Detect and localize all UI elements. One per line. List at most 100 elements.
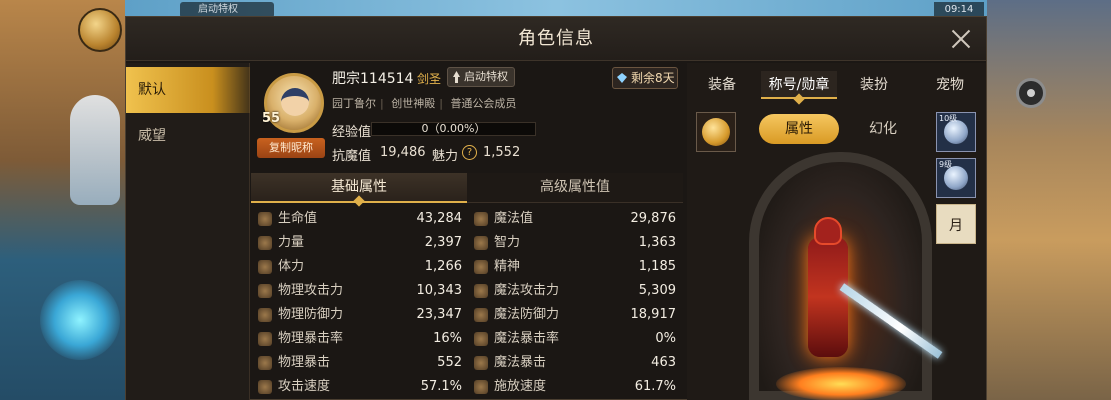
- stat-name: 物理防御力: [278, 307, 344, 322]
- stat-value: 43,284: [416, 211, 463, 226]
- diamond-icon: [617, 73, 627, 83]
- active-tab-marker: [353, 195, 365, 207]
- gear-icon[interactable]: [1016, 78, 1046, 108]
- cast-speed-icon: [474, 380, 488, 394]
- fire-aura-icon: [776, 367, 906, 400]
- character-body: [808, 237, 848, 357]
- slot-level: 9级: [939, 160, 953, 169]
- stat-value: 61.7%: [634, 379, 676, 394]
- crit-damage-icon: [258, 356, 272, 370]
- boost-privilege-button[interactable]: 启动特权: [447, 67, 515, 87]
- illusion-toggle-button[interactable]: 幻化: [843, 114, 923, 144]
- tab-equipment[interactable]: 装备: [687, 71, 757, 99]
- tab-pet[interactable]: 宠物: [915, 71, 985, 99]
- mana-icon: [474, 212, 488, 226]
- level-badge: 55: [262, 111, 281, 126]
- stat-name: 施放速度: [494, 379, 547, 394]
- stat-name: 魔法防御力: [494, 307, 560, 322]
- stat-name: 生命值: [278, 211, 318, 226]
- stat-value: 2,397: [424, 235, 462, 250]
- tab-basic-attributes[interactable]: 基础属性: [251, 173, 467, 207]
- remaining-days-text: 剩余8天: [631, 71, 675, 85]
- stat-name: 精神: [494, 259, 521, 274]
- tab-advanced-attributes[interactable]: 高级属性值: [467, 173, 683, 203]
- tab-basic-label: 基础属性: [331, 179, 387, 195]
- stat-name: 物理攻击力: [278, 283, 344, 298]
- resist-label: 抗魔值: [332, 149, 372, 164]
- boost-label: 启动特权: [464, 70, 508, 83]
- stat-value: 23,347: [416, 307, 463, 322]
- guild-info: 园丁鲁尔 | 创世神殿 | 普通公会成员: [332, 97, 517, 110]
- character-head: [814, 217, 842, 245]
- stat-value: 57.1%: [420, 379, 462, 394]
- attack-speed-icon: [258, 380, 272, 394]
- surfboard-icon: [70, 95, 120, 205]
- scroll-icon: 月: [949, 218, 963, 234]
- strength-icon: [258, 236, 272, 250]
- vitality-icon: [258, 260, 272, 274]
- stat-name: 攻击速度: [278, 379, 331, 394]
- stat-row: 攻击速度 57.1% 施放速度 61.7%: [254, 375, 682, 399]
- tab-costume[interactable]: 装扮: [839, 71, 909, 99]
- stat-name: 物理暴击率: [278, 331, 344, 346]
- side-nav: 默认 威望: [126, 63, 250, 400]
- stat-value: 18,917: [630, 307, 677, 322]
- stat-name: 魔法暴击: [494, 355, 547, 370]
- side-item-default[interactable]: 默认: [126, 67, 250, 113]
- sword-icon: [258, 284, 272, 298]
- background-avatar-icon[interactable]: [78, 8, 122, 52]
- stat-value: 5,309: [638, 283, 676, 298]
- title-slot-3[interactable]: 月: [936, 204, 976, 244]
- remaining-days-badge: 剩余8天: [612, 67, 678, 89]
- magic-attack-icon: [474, 284, 488, 298]
- resist-value: 19,486: [380, 145, 426, 160]
- slot-level: 10级: [939, 114, 958, 123]
- exp-value: 0（0.00%）: [421, 122, 486, 135]
- stat-row: 物理防御力 23,347 魔法防御力 18,917: [254, 303, 682, 327]
- heart-icon: [258, 212, 272, 226]
- copy-nickname-button[interactable]: 复制昵称: [257, 138, 325, 158]
- stat-name: 魔法值: [494, 211, 534, 226]
- guild-name: 创世神殿: [391, 97, 436, 110]
- close-icon[interactable]: [948, 26, 974, 52]
- title-slot-1[interactable]: 10级: [936, 112, 976, 152]
- stat-value: 1,185: [638, 259, 676, 274]
- crit-rate-icon: [258, 332, 272, 346]
- magic-shield-icon: [474, 308, 488, 322]
- intelligence-icon: [474, 236, 488, 250]
- exp-bar: 0（0.00%）: [371, 122, 536, 136]
- stat-value: 463: [651, 355, 676, 370]
- stat-value: 0%: [655, 331, 676, 346]
- side-item-prestige[interactable]: 威望: [126, 113, 250, 159]
- guild-owner: 园丁鲁尔: [332, 97, 376, 110]
- background-scene-right: [987, 0, 1111, 400]
- charm-value: 1,552: [483, 145, 521, 160]
- attributes-toggle-button[interactable]: 属性: [759, 114, 839, 144]
- portal-glow-icon: [40, 280, 120, 360]
- medal-slot[interactable]: [696, 112, 736, 152]
- stat-name: 体力: [278, 259, 305, 274]
- stat-row: 体力 1,266 精神 1,185: [254, 255, 682, 279]
- stat-row: 生命值 43,284 魔法值 29,876: [254, 207, 682, 231]
- right-tabs: 装备 称号/勋章 装扮 宠物: [687, 67, 986, 113]
- character-info-dialog: 角色信息 默认 威望 55 复制昵称 肥宗114514 剑圣 启动特权 剩余8天…: [125, 16, 987, 400]
- title-slot-2[interactable]: 9级: [936, 158, 976, 198]
- stat-row: 物理攻击力 10,343 魔法攻击力 5,309: [254, 279, 682, 303]
- player-name: 肥宗114514: [332, 71, 414, 87]
- shield-icon: [258, 308, 272, 322]
- title-bar: 角色信息: [126, 17, 986, 61]
- stat-value: 10,343: [416, 283, 463, 298]
- stat-name: 物理暴击: [278, 355, 331, 370]
- stat-name: 魔法攻击力: [494, 283, 560, 298]
- stat-name: 魔法暴击率: [494, 331, 560, 346]
- stat-value: 552: [437, 355, 462, 370]
- stat-value: 1,266: [424, 259, 462, 274]
- magic-crit-icon: [474, 356, 488, 370]
- guild-role: 普通公会成员: [450, 97, 517, 110]
- exp-label: 经验值: [332, 125, 372, 140]
- stat-value: 29,876: [630, 211, 677, 226]
- stat-row: 物理暴击率 16% 魔法暴击率 0%: [254, 327, 682, 351]
- help-icon[interactable]: ?: [462, 145, 477, 160]
- dialog-title: 角色信息: [518, 28, 594, 49]
- spirit-icon: [474, 260, 488, 274]
